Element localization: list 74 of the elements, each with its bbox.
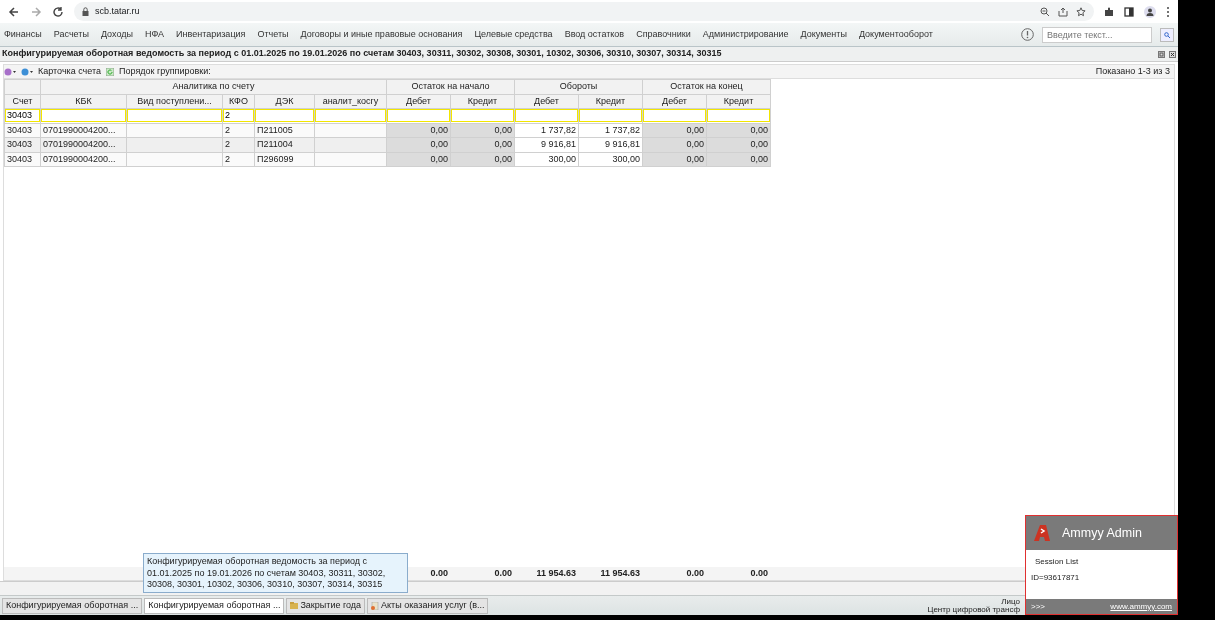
filter-field[interactable] — [255, 109, 314, 123]
filter-field[interactable]: 2 — [223, 109, 254, 123]
column-group-header: Остаток на начало — [386, 79, 515, 94]
menu-item[interactable]: Инвентаризация — [176, 27, 246, 42]
taskbar-tab[interactable]: Конфигурируемая оборотная ... — [2, 597, 143, 614]
account-card-button[interactable]: Карточка счета — [38, 64, 102, 79]
menu-item[interactable]: Отчеты — [257, 27, 289, 42]
website-link[interactable]: www.ammyy.com — [1110, 600, 1172, 613]
app-logo-icon — [1032, 523, 1052, 543]
menu-item[interactable]: Ввод остатков — [564, 27, 625, 42]
star-icon[interactable] — [1076, 6, 1086, 17]
document-icon — [371, 601, 380, 610]
tooltip: Конфигурируемая оборотная ведомость за период с 01.01.2025 по 19.01.2026 по счетам 30403, 30311, 30302, 30308, 30301, 10302, 30306, 30310, 30307, 30314, 30315 — [143, 553, 408, 593]
zoom-icon[interactable] — [1040, 6, 1050, 17]
filter-field[interactable] — [643, 109, 706, 123]
menu-item[interactable]: Финансы — [4, 27, 42, 42]
search-field[interactable]: Введите текст... — [1042, 26, 1152, 43]
expand-link[interactable]: >>> — [1031, 600, 1045, 613]
side-panel-icon[interactable] — [1124, 6, 1134, 17]
notification-title: Ammyy Admin — [1062, 524, 1142, 542]
filter-field[interactable] — [41, 109, 126, 123]
back-icon[interactable] — [8, 5, 20, 18]
search-icon — [1164, 31, 1170, 38]
filter-field[interactable] — [127, 109, 222, 123]
folder-icon — [290, 602, 299, 609]
filter-field[interactable] — [387, 109, 450, 123]
menu-item[interactable]: НФА — [144, 27, 165, 42]
filter-field[interactable] — [451, 109, 514, 123]
search-button[interactable] — [1160, 27, 1174, 42]
menu-item[interactable]: Целевые средства — [474, 27, 553, 42]
filter-field[interactable]: 30403 — [5, 109, 40, 123]
menu-item[interactable]: Администрирование — [702, 27, 789, 42]
menu-item[interactable]: Документы — [800, 27, 847, 42]
total-cell-text: 11 954.63 — [535, 567, 577, 580]
total-cell-text: 0.00 — [493, 567, 513, 580]
close-icon[interactable] — [1169, 50, 1176, 58]
total-cell-text: 0.00 — [685, 567, 705, 580]
restore-icon[interactable] — [1158, 50, 1165, 58]
report-title: Конфигурируемая оборотная ведомость за период с 01.01.2025 по 19.01.2026 по счетам 30403, 30311, 30302, 30308, 30301, 10302, 30306, 30310, 30307, 30314, 30315 — [2, 47, 722, 61]
alert-icon[interactable] — [1021, 28, 1034, 41]
filter-field[interactable] — [579, 109, 642, 123]
column-group-header: Обороты — [514, 79, 643, 94]
filter-field[interactable] — [515, 109, 578, 123]
menu-item[interactable]: Договоры и иные правовые основания — [300, 27, 463, 42]
column-group-header: Аналитика по счету — [40, 79, 387, 94]
forward-icon[interactable] — [30, 5, 42, 18]
column-group-header: Остаток на конец — [642, 79, 771, 94]
reload-icon[interactable] — [52, 5, 64, 18]
taskbar-tab[interactable]: Закрытие года — [286, 597, 366, 614]
taskbar-tab[interactable]: Акты оказания услуг (в... — [367, 597, 489, 614]
refresh-icon[interactable] — [106, 67, 115, 76]
menu-item[interactable]: Расчеты — [53, 27, 89, 42]
total-cell-text: 0.00 — [749, 567, 769, 580]
puzzle-icon[interactable] — [1104, 6, 1114, 17]
profile-icon[interactable] — [1144, 5, 1156, 18]
url-text: scb.tatar.ru — [95, 4, 140, 18]
footer-text: Центр цифровой трансф — [927, 605, 1020, 614]
filter-field[interactable] — [707, 109, 770, 123]
lock-icon — [82, 7, 89, 16]
menu-item[interactable]: Справочники — [636, 27, 691, 42]
menu-item[interactable]: Документооборот — [858, 27, 933, 42]
footer-text: Лицо — [1000, 597, 1020, 606]
address-bar[interactable]: scb.tatar.ru — [74, 2, 1094, 21]
filter-field[interactable] — [315, 109, 386, 123]
session-list-link[interactable]: Session List — [1031, 556, 1172, 568]
taskbar-tab[interactable]: Конфигурируемая оборотная ... — [144, 597, 285, 614]
shown-count: Показано 1-3 из 3 — [1095, 64, 1171, 78]
menu-item[interactable]: Доходы — [100, 27, 133, 42]
session-id: ID=93617871 — [1031, 572, 1081, 584]
total-cell-text: 0.00 — [429, 567, 449, 580]
share-icon[interactable] — [1058, 6, 1068, 17]
grouping-label: Порядок группировки: — [119, 64, 211, 78]
total-cell-text: 11 954.63 — [599, 567, 641, 580]
more-icon[interactable] — [1166, 5, 1170, 18]
